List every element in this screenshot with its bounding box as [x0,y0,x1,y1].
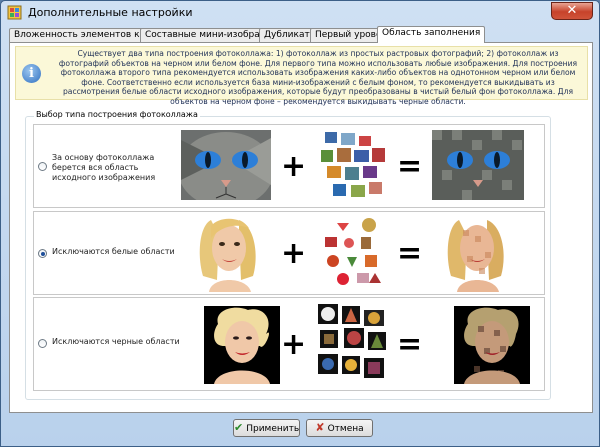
radio-whole-image[interactable] [38,162,47,171]
plus-operator: + [281,236,307,271]
white-bg-thumbnails [319,215,389,291]
plus-operator: + [281,327,307,362]
marilyn-source-image [204,306,280,384]
equals-operator: = [397,149,423,184]
plus-operator: + [281,149,307,184]
equals-operator: = [397,236,423,271]
marilyn-collage-result [454,306,530,384]
cross-icon: ✘ [315,421,325,434]
close-button[interactable]: ✕ [551,2,593,20]
collage-type-group: Выбор типа построения фотоколлажа За осн… [25,110,551,400]
cancel-label: Отмена [327,424,364,434]
option-label-whole-image[interactable]: За основу фотоколлажа берется вся област… [52,153,182,183]
radio-exclude-white[interactable] [38,249,47,258]
window-title: Дополнительные настройки [28,6,193,19]
tab-fill-area[interactable]: Область заполнения [377,26,486,43]
option-label-exclude-white[interactable]: Исключаются белые области [52,247,182,257]
settings-window: Дополнительные настройки ✕ Вложенность э… [0,0,600,447]
apply-button[interactable]: ✔ Применить [233,419,300,437]
thumbnail-collection [321,132,385,197]
app-icon [7,5,22,20]
info-box: i Существует два типа построения фотокол… [15,46,588,106]
cat-source-image [181,130,271,200]
apply-label: Применить [246,424,300,434]
option-label-exclude-black[interactable]: Исключаются черные области [52,337,182,347]
info-icon: i [22,64,41,83]
woman-source-image [189,216,269,292]
title-bar: Дополнительные настройки ✕ [1,1,599,25]
option-row-exclude-black: Исключаются черные области + = [33,297,545,391]
checkmark-icon: ✔ [234,421,244,434]
radio-exclude-black[interactable] [38,339,47,348]
tab-panel: i Существует два типа построения фотокол… [9,42,593,413]
group-title: Выбор типа построения фотоколлажа [34,110,200,119]
black-bg-thumbnails [316,302,390,388]
option-row-exclude-white: Исключаются белые области + = [33,211,545,295]
close-icon: ✕ [566,3,578,18]
info-text: Существует два типа построения фотоколла… [58,49,578,106]
option-row-whole-image: За основу фотоколлажа берется вся област… [33,124,545,208]
cancel-button[interactable]: ✘ Отмена [306,419,373,437]
cat-collage-result [432,130,524,200]
woman-collage-result [439,216,517,292]
equals-operator: = [397,327,423,362]
